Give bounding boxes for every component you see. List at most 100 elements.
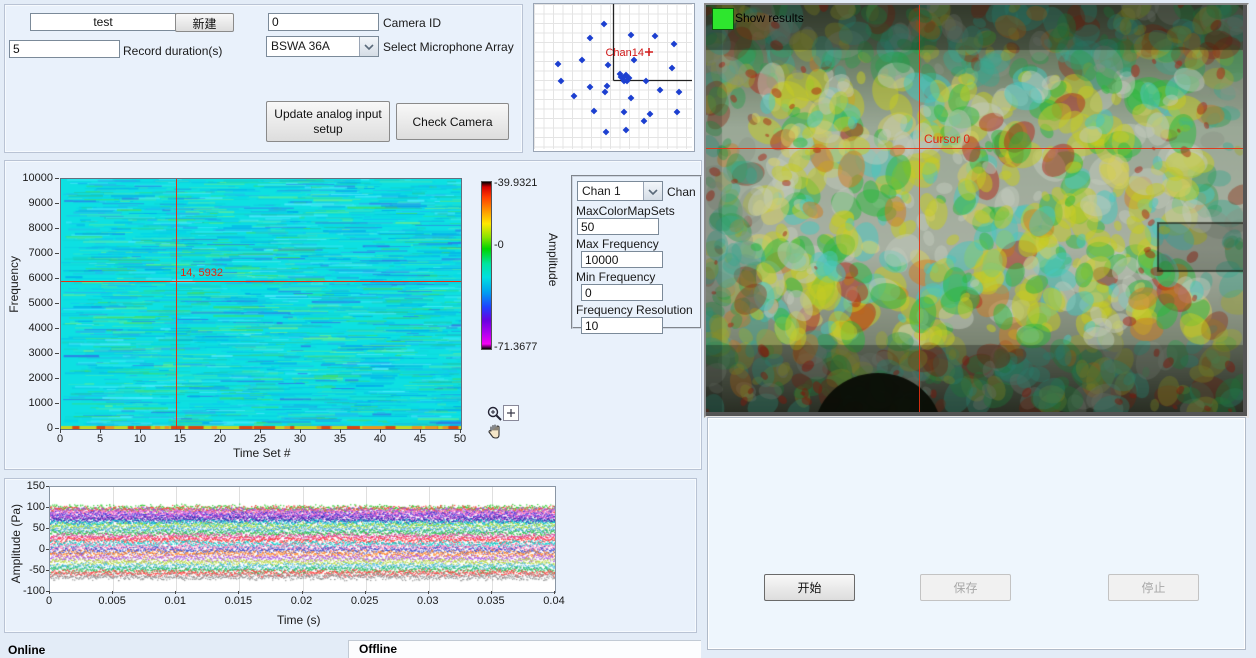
axis-tick-label: 0.005 [94, 595, 130, 607]
svg-text:Chan14: Chan14 [605, 47, 644, 59]
setup-panel: 新建 Record duration(s) Camera ID BSWA 36A… [4, 4, 523, 153]
spectrogram-image [61, 179, 461, 429]
camera-cursor-vline[interactable] [919, 5, 920, 412]
axis-tickmark [55, 328, 59, 329]
camera-cursor-hline[interactable] [706, 148, 1243, 149]
max-colormap-input[interactable] [577, 218, 659, 235]
save-button[interactable]: 保存 [920, 574, 1011, 601]
axis-tickmark [100, 429, 101, 433]
mic-array-panel: Chan14 [533, 3, 695, 152]
chan-select[interactable]: Chan 1 [577, 181, 663, 201]
axis-tick-label: 1000 [15, 397, 53, 409]
axis-tickmark [60, 429, 61, 433]
axis-tickmark [46, 486, 49, 487]
axis-tick-label: 50 [13, 522, 45, 534]
axis-tickmark [46, 528, 49, 529]
axis-tickmark [55, 353, 59, 354]
amplitude-colorbar [481, 181, 492, 350]
axis-tick-label: 6000 [15, 272, 53, 284]
online-status: Online [8, 643, 45, 657]
axis-tick-label: 0.025 [347, 595, 383, 607]
spectrogram-cursor-readout: 14, 5932 [180, 267, 223, 279]
app-window: 新建 Record duration(s) Camera ID BSWA 36A… [0, 0, 1256, 658]
spectrogram-cursor-hline[interactable] [61, 281, 461, 282]
axis-tickmark [365, 591, 366, 594]
axis-tick-label: 150 [13, 480, 45, 492]
axis-tick-label: 4000 [15, 322, 53, 334]
colorbar-max-label: -39.9321 [494, 177, 537, 189]
zoom-rect-icon[interactable] [503, 405, 519, 421]
new-button[interactable]: 新建 [175, 13, 234, 32]
param-label: MaxColorMapSets [576, 204, 675, 218]
axis-tickmark [49, 591, 50, 594]
axis-tick-label: 100 [13, 501, 45, 513]
axis-tickmark [420, 429, 421, 433]
axis-tickmark [302, 591, 303, 594]
camera-view-frame: Cursor 0 Show results [704, 3, 1249, 418]
stop-button[interactable]: 停止 [1108, 574, 1199, 601]
param-label: Max Frequency [576, 237, 659, 251]
show-results-label: Show results [735, 11, 804, 25]
axis-tick-label: 9000 [15, 197, 53, 209]
chan-select-value: Chan 1 [582, 184, 621, 198]
beamform-params-box: Chan 1 Chan MaxColorMapSets Max Frequenc… [571, 175, 702, 329]
axis-tick-label: 7000 [15, 247, 53, 259]
waveform-plot[interactable] [49, 486, 556, 593]
axis-tick-label: 20 [208, 433, 232, 445]
axis-tick-label: 10000 [15, 172, 53, 184]
axis-tick-label: 15 [168, 433, 192, 445]
camera-id-input[interactable] [268, 13, 379, 31]
axis-tick-label: 5000 [15, 297, 53, 309]
axis-tick-label: 45 [408, 433, 432, 445]
spectrogram-panel: Frequency 14, 5932 Time Set # -39.9321 -… [4, 160, 702, 470]
axis-tickmark [46, 549, 49, 550]
min-frequency-input[interactable] [581, 284, 663, 301]
offline-status-box: Offline [348, 640, 701, 658]
record-duration-input[interactable] [9, 40, 120, 58]
amplitude-colorbar-label: Amplitude [546, 233, 560, 286]
axis-tickmark [46, 507, 49, 508]
param-label: Min Frequency [576, 270, 655, 284]
axis-tickmark [55, 178, 59, 179]
test-name-input[interactable] [30, 13, 176, 31]
axis-tickmark [55, 278, 59, 279]
max-frequency-input[interactable] [581, 251, 663, 268]
param-label: Frequency Resolution [576, 303, 693, 317]
update-analog-input-button[interactable]: Update analog input setup [266, 101, 390, 142]
axis-tickmark [175, 591, 176, 594]
spectrogram-cursor-vline[interactable] [176, 179, 177, 429]
axis-tick-label: 40 [368, 433, 392, 445]
axis-tickmark [428, 591, 429, 594]
axis-tickmark [260, 429, 261, 433]
show-results-checkbox[interactable] [712, 8, 734, 30]
axis-tickmark [140, 429, 141, 433]
axis-tickmark [55, 428, 59, 429]
axis-tick-label: 0 [48, 433, 72, 445]
axis-tickmark [55, 378, 59, 379]
axis-tickmark [238, 591, 239, 594]
axis-tick-label: 0.015 [220, 595, 256, 607]
colorbar-mid-label: -0 [494, 239, 504, 251]
axis-tick-label: 25 [248, 433, 272, 445]
axis-tickmark [380, 429, 381, 433]
axis-tick-label: 35 [328, 433, 352, 445]
control-panel: 开始 保存 停止 [707, 417, 1246, 650]
spectrogram-plot[interactable]: 14, 5932 [60, 178, 462, 430]
camera-cursor-label: Cursor 0 [924, 132, 970, 146]
mic-array-select[interactable]: BSWA 36A [266, 36, 379, 57]
pan-hand-icon[interactable] [487, 423, 503, 442]
mic-array-plot: Chan14 [534, 4, 692, 149]
axis-tick-label: 0 [31, 595, 67, 607]
start-button[interactable]: 开始 [764, 574, 855, 601]
time-axis-label: Time (s) [277, 613, 321, 627]
camera-id-label: Camera ID [383, 16, 441, 30]
frequency-resolution-input[interactable] [581, 317, 663, 334]
chevron-down-icon [643, 182, 662, 200]
waveform-traces [50, 487, 555, 592]
axis-tickmark [300, 429, 301, 433]
axis-tickmark [55, 403, 59, 404]
camera-view[interactable] [706, 5, 1243, 412]
axis-tick-label: 50 [448, 433, 472, 445]
zoom-icon[interactable] [486, 405, 503, 425]
check-camera-button[interactable]: Check Camera [396, 103, 509, 140]
